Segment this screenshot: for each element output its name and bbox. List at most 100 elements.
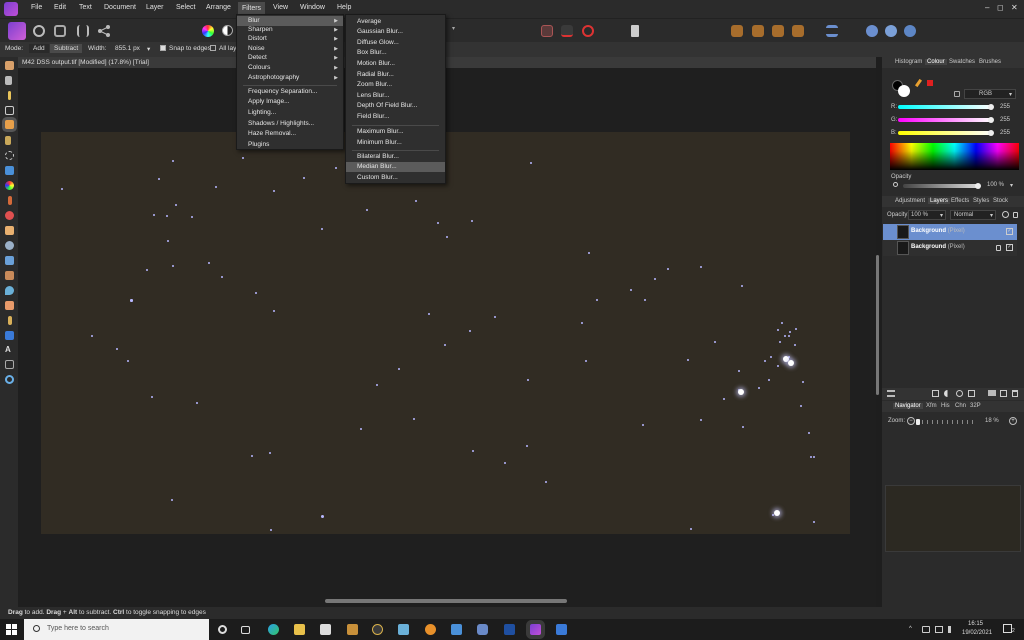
tab-swatches[interactable]: Swatches <box>949 59 975 65</box>
r-value[interactable]: 255 <box>1000 104 1010 110</box>
layer-stack-icon[interactable] <box>887 390 895 397</box>
app-icon-3[interactable] <box>398 624 409 635</box>
colour-spectrum[interactable] <box>890 143 1019 170</box>
marquee-tool-icon[interactable] <box>5 151 14 160</box>
tab-colour[interactable]: Colour <box>925 59 947 65</box>
image-canvas[interactable] <box>41 132 850 534</box>
tab-navigator[interactable]: Navigator <box>893 403 923 409</box>
rectangle-tool-icon[interactable] <box>5 331 14 340</box>
arrange-front-icon[interactable] <box>792 25 804 37</box>
menu-item-radial-blur[interactable]: Radial Blur... <box>346 70 445 80</box>
menu-file[interactable]: File <box>31 4 42 11</box>
menu-arrange[interactable]: Arrange <box>206 4 231 11</box>
menu-item-astrophotography[interactable]: Astrophotography ▶ <box>237 73 343 83</box>
red-slider[interactable] <box>898 104 994 110</box>
adjustment-icon[interactable] <box>944 390 951 397</box>
menu-item-median-blur[interactable]: Median Blur... <box>346 162 445 172</box>
dodge-tool-icon[interactable] <box>5 241 14 250</box>
tray-chevron-icon[interactable]: ^ <box>909 626 912 632</box>
slider-knob[interactable] <box>988 130 994 136</box>
flood-select-tool-icon[interactable] <box>5 136 11 145</box>
tab-transform[interactable]: Xfm <box>926 403 937 409</box>
contrast-icon[interactable] <box>222 25 233 36</box>
mesh-warp-tool-icon[interactable] <box>5 360 14 369</box>
menu-select[interactable]: Select <box>176 4 195 11</box>
fill-tool-icon[interactable] <box>5 166 14 175</box>
menu-item-custom-blur[interactable]: Custom Blur... <box>346 173 445 183</box>
menu-item-lighting[interactable]: Lighting... <box>237 108 343 118</box>
menu-item-lens-blur[interactable]: Lens Blur... <box>346 91 445 101</box>
file-explorer-icon[interactable] <box>294 624 305 635</box>
opacity-slider[interactable] <box>903 183 981 189</box>
paint-brush-tool-icon[interactable] <box>8 196 12 205</box>
opacity-value[interactable]: 100 % <box>987 182 1004 188</box>
fx-icon[interactable] <box>956 390 963 397</box>
slider-knob[interactable] <box>988 117 994 123</box>
photoshop-icon[interactable] <box>504 624 515 635</box>
mask-icon[interactable] <box>932 390 939 397</box>
width-dropdown-icon[interactable]: ▾ <box>147 45 150 53</box>
smudge-tool-icon[interactable] <box>5 301 14 310</box>
green-slider[interactable] <box>898 117 994 123</box>
menu-item-distort[interactable]: Distort ▶ <box>237 34 343 44</box>
menu-item-bilateral-blur[interactable]: Bilateral Blur... <box>346 152 445 162</box>
edge-browser-icon[interactable] <box>268 624 279 635</box>
cortana-icon[interactable] <box>218 625 227 634</box>
move-tool-icon[interactable] <box>5 76 12 85</box>
no-fill-icon[interactable] <box>927 80 933 86</box>
lock-icon[interactable] <box>1013 212 1018 218</box>
blue-slider[interactable] <box>898 130 994 136</box>
menu-item-motion-blur[interactable]: Motion Blur... <box>346 59 445 69</box>
zoom-slider[interactable] <box>916 419 977 425</box>
color-wheel-icon[interactable] <box>202 25 214 37</box>
zoom-value[interactable]: 18 % <box>985 418 999 424</box>
hand-tool-icon[interactable] <box>5 61 14 70</box>
export-persona-icon[interactable] <box>98 25 110 37</box>
clone-tool-icon[interactable] <box>5 256 14 265</box>
notifications-icon[interactable] <box>1003 624 1012 633</box>
zoom-out-icon[interactable]: − <box>907 417 915 425</box>
erase-brush-tool-icon[interactable] <box>5 226 14 235</box>
menu-item-box-blur[interactable]: Box Blur... <box>346 48 445 58</box>
tab-channels[interactable]: Chn <box>955 403 966 409</box>
store-icon[interactable] <box>320 624 331 635</box>
layer-row[interactable]: Background (Pixel) ✓ <box>883 240 1017 256</box>
restore-icon[interactable]: ◻ <box>997 3 1004 12</box>
mail-icon[interactable] <box>451 624 462 635</box>
selection-icon[interactable] <box>541 25 553 37</box>
zoom-in-icon[interactable]: + <box>1009 417 1017 425</box>
assistant-icon[interactable] <box>866 25 878 37</box>
affinity-photo-taskbar-icon[interactable] <box>530 624 541 635</box>
menu-item-colours[interactable]: Colours ▶ <box>237 63 343 73</box>
tab-history[interactable]: His <box>941 403 950 409</box>
vertical-scrollbar[interactable] <box>876 255 879 395</box>
arrange-forward-icon[interactable] <box>772 25 784 37</box>
pen-tool-icon[interactable] <box>8 316 12 325</box>
menu-help[interactable]: Help <box>337 4 351 11</box>
network-icon[interactable] <box>935 626 943 633</box>
tab-styles[interactable]: Styles <box>973 198 989 204</box>
trash-icon[interactable] <box>1012 390 1018 397</box>
develop-persona-icon[interactable] <box>54 25 66 37</box>
layer-visibility-checkbox[interactable]: ✓ <box>1006 228 1013 235</box>
layer-visibility-checkbox[interactable]: ✓ <box>1006 244 1013 251</box>
menu-item-plugins[interactable]: Plugins <box>237 140 343 150</box>
tab-layers[interactable]: Layers <box>928 198 951 204</box>
app-icon-4[interactable] <box>425 624 436 635</box>
slider-knob[interactable] <box>975 183 981 189</box>
zoom-tool-icon[interactable] <box>5 375 14 384</box>
horizontal-scrollbar[interactable] <box>325 599 567 603</box>
layer-lock-icon[interactable] <box>996 245 1001 251</box>
refine-icon[interactable] <box>582 25 594 37</box>
menu-item-detect[interactable]: Detect ▶ <box>237 53 343 63</box>
mode-add-button[interactable]: Add <box>29 44 49 53</box>
app-icon-5[interactable] <box>477 624 488 635</box>
quick-mask-icon[interactable] <box>561 25 573 37</box>
windows-start-icon[interactable] <box>6 624 17 635</box>
preferences-icon[interactable] <box>904 25 916 37</box>
colour-model-select[interactable]: RGB ▾ <box>964 89 1016 99</box>
layer-opacity-field[interactable]: 100 % ▾ <box>908 210 946 220</box>
menu-item-minimum-blur[interactable]: Minimum Blur... <box>346 138 445 148</box>
align-icon[interactable] <box>826 25 838 37</box>
app-icon-6[interactable] <box>556 624 567 635</box>
